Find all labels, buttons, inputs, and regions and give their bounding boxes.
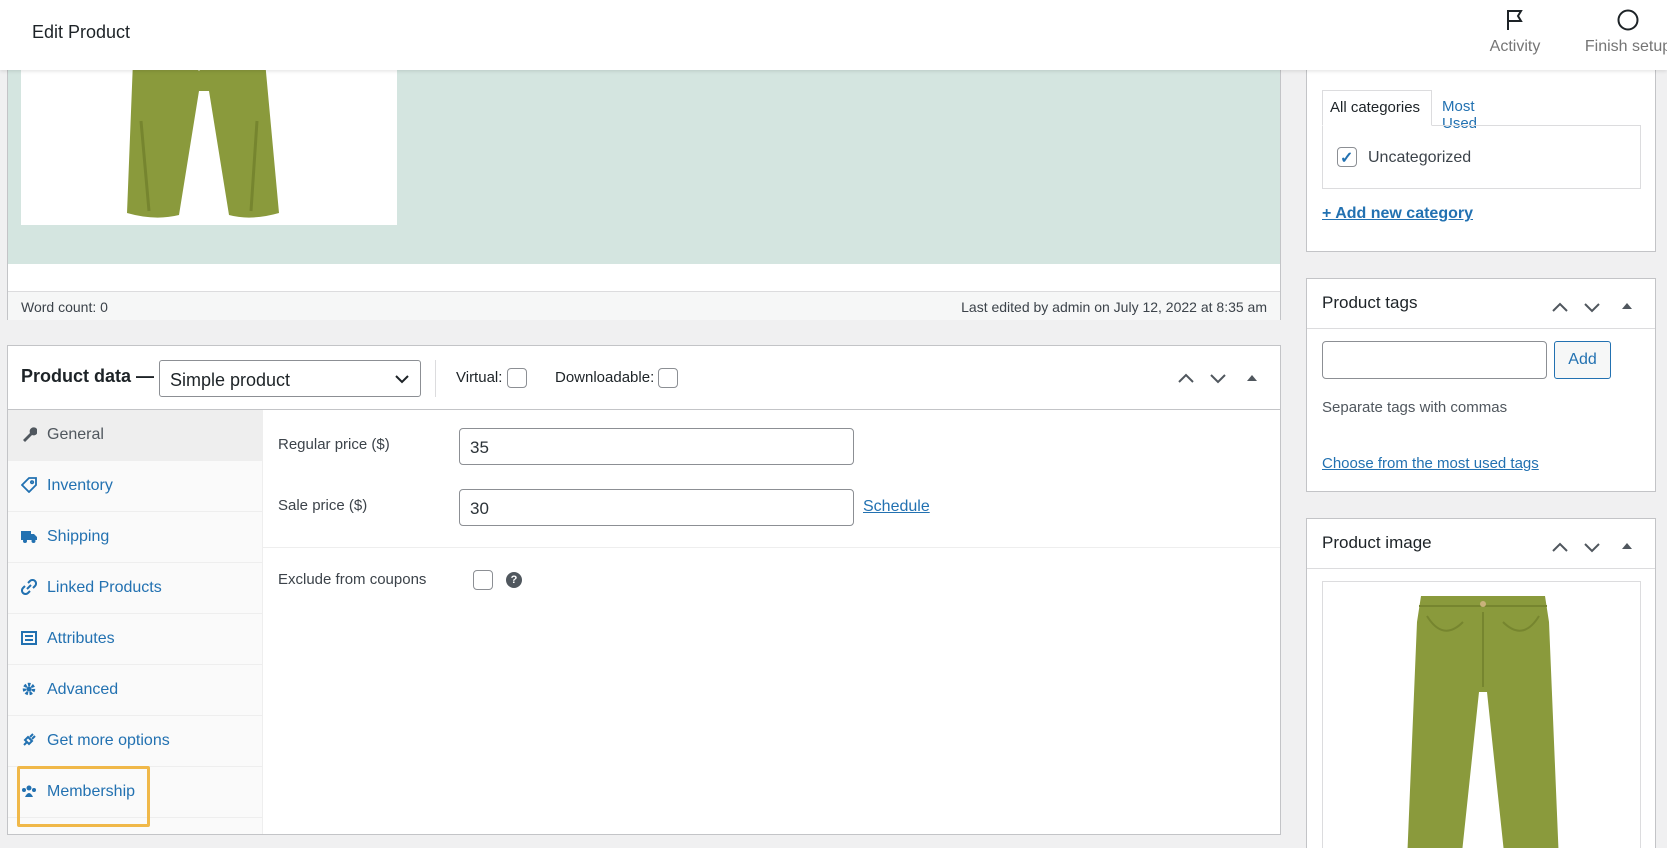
- tab-label: Advanced: [47, 681, 119, 698]
- exclude-coupons-label: Exclude from coupons: [278, 571, 427, 588]
- category-list: ✓ Uncategorized: [1322, 125, 1641, 189]
- tab-most-used[interactable]: Most Used: [1435, 90, 1484, 132]
- divider: [263, 547, 1280, 548]
- downloadable-checkbox[interactable]: [658, 368, 679, 388]
- page-title: Edit Product: [32, 22, 131, 42]
- tab-label: Shipping: [47, 528, 110, 545]
- tab-linked-products[interactable]: Linked Products: [8, 563, 263, 614]
- wrench-icon: [23, 427, 37, 442]
- activity-label: Activity: [1489, 38, 1541, 55]
- tab-advanced[interactable]: Advanced: [8, 665, 263, 716]
- schedule-link[interactable]: Schedule: [863, 498, 930, 516]
- product-data-header: Product data — Simple product Virtual: D…: [8, 346, 1280, 410]
- list-icon: [21, 631, 37, 645]
- product-data-tabs: General Inventory Shipping Linked Produc…: [8, 410, 263, 834]
- downloadable-option: Downloadable:: [555, 368, 679, 388]
- collapse-toggle-icon[interactable]: [1619, 297, 1635, 317]
- product-data-box: Product data — Simple product Virtual: D…: [7, 345, 1281, 835]
- move-up-icon[interactable]: [1176, 368, 1196, 388]
- tab-inventory[interactable]: Inventory: [8, 461, 263, 512]
- move-down-icon[interactable]: [1208, 368, 1228, 388]
- exclude-coupons-checkbox[interactable]: [473, 570, 493, 590]
- sale-price-label: Sale price ($): [278, 497, 368, 514]
- flag-icon: [1507, 10, 1523, 30]
- activity-button[interactable]: Activity: [1484, 8, 1546, 56]
- gear-icon: [22, 682, 36, 696]
- top-header: Edit Product Activity Finish setup: [0, 0, 1667, 70]
- divider: [435, 360, 436, 397]
- tab-membership[interactable]: Membership: [8, 766, 263, 827]
- plugin-icon: [23, 733, 36, 746]
- tab-general[interactable]: General: [8, 410, 263, 461]
- word-count: Word count: 0: [21, 299, 108, 315]
- tag-icon: [21, 477, 37, 493]
- tags-input[interactable]: [1322, 341, 1547, 379]
- tab-label: Membership: [47, 783, 136, 800]
- groups-icon: [22, 785, 36, 797]
- tab-label: Attributes: [47, 630, 115, 647]
- virtual-option: Virtual:: [456, 368, 527, 388]
- product-image-title: Product image: [1322, 533, 1432, 552]
- tab-label: Inventory: [47, 477, 113, 494]
- collapse-toggle-icon[interactable]: [1619, 537, 1635, 557]
- product-type-select[interactable]: Simple product: [159, 360, 421, 397]
- virtual-label: Virtual:: [456, 368, 503, 386]
- tab-attributes[interactable]: Attributes: [8, 614, 263, 665]
- chevron-down-icon: [395, 375, 409, 384]
- tab-label: Get more options: [47, 732, 170, 749]
- move-down-icon[interactable]: [1582, 537, 1602, 557]
- tab-all-categories[interactable]: All categories: [1322, 90, 1432, 126]
- truck-icon: [21, 531, 37, 543]
- product-data-title: Product data —: [21, 366, 155, 386]
- pants-image: [1407, 596, 1559, 848]
- product-type-value: Simple product: [170, 370, 291, 390]
- regular-price-input[interactable]: 35: [459, 428, 854, 465]
- product-tags-header: Product tags: [1307, 279, 1655, 329]
- regular-price-label: Regular price ($): [278, 436, 390, 453]
- tab-get-more-options[interactable]: Get more options: [8, 716, 263, 767]
- product-tags-title: Product tags: [1322, 293, 1418, 312]
- last-edited: Last edited by admin on July 12, 2022 at…: [961, 299, 1267, 315]
- choose-tags-link[interactable]: Choose from the most used tags: [1322, 455, 1539, 472]
- product-tags-box: Product tags Add Separate tags with comm…: [1306, 278, 1656, 492]
- tab-label: Linked Products: [47, 579, 162, 596]
- editor-statusbar: Word count: 0 Last edited by admin on Ju…: [8, 291, 1280, 320]
- uncategorized-label: Uncategorized: [1368, 149, 1472, 166]
- move-up-icon[interactable]: [1550, 537, 1570, 557]
- collapse-toggle-icon[interactable]: [1244, 368, 1260, 388]
- move-down-icon[interactable]: [1582, 297, 1602, 317]
- link-icon: [21, 579, 37, 595]
- move-up-icon[interactable]: [1550, 297, 1570, 317]
- finish-setup-button[interactable]: Finish setup: [1578, 8, 1667, 56]
- sale-price-input[interactable]: 30: [459, 489, 854, 526]
- downloadable-label: Downloadable:: [555, 368, 655, 386]
- checkmark-icon: ✓: [1340, 150, 1354, 167]
- add-tag-button[interactable]: Add: [1554, 341, 1611, 379]
- product-image-box: Product image: [1306, 518, 1656, 848]
- tab-shipping[interactable]: Shipping: [8, 512, 263, 563]
- circle-icon: [1617, 9, 1639, 31]
- help-icon[interactable]: ?: [506, 572, 522, 588]
- add-new-category-link[interactable]: + Add new category: [1322, 205, 1473, 223]
- tags-hint: Separate tags with commas: [1322, 399, 1508, 416]
- general-panel: Regular price ($) 35 Sale price ($) 30 S…: [263, 410, 1280, 834]
- finish-setup-label: Finish setup: [1584, 38, 1667, 55]
- product-image-thumbnail[interactable]: [1322, 581, 1641, 848]
- product-image-header: Product image: [1307, 519, 1655, 569]
- virtual-checkbox[interactable]: [506, 368, 527, 388]
- tab-label: General: [47, 426, 104, 443]
